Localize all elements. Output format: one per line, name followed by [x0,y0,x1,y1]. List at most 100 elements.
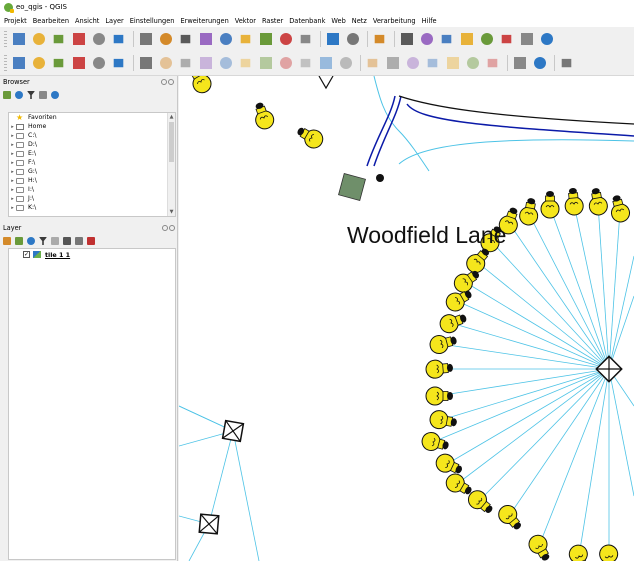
zoom-next-icon[interactable] [297,30,314,47]
menu-hilfe[interactable]: Hilfe [422,17,437,25]
expand-arrow-icon[interactable]: ▸ [9,196,16,202]
style-manager-icon[interactable] [110,30,127,47]
toolbar-grip[interactable] [4,54,7,71]
expand-arrow-icon[interactable]: ▸ [9,160,16,166]
menu-raster[interactable]: Raster [262,17,283,25]
add-layers-icon[interactable] [3,91,11,99]
filter-icon[interactable] [27,91,35,99]
map-canvas[interactable]: Woodfield Lane [179,76,634,561]
browser-item[interactable]: ▸ D:\ [9,140,175,149]
pan-icon[interactable] [137,30,154,47]
add-group-icon[interactable] [15,237,23,245]
browser-item[interactable]: ▸ K:\ [9,203,175,212]
add-raster-icon[interactable] [50,54,67,71]
filter-expression-icon[interactable] [51,237,59,245]
save-as-icon[interactable] [70,30,87,47]
sum-icon[interactable] [518,30,535,47]
visibility-icon[interactable] [27,237,35,245]
undo-icon[interactable] [317,54,334,71]
expand-arrow-icon[interactable]: ▸ [9,205,16,211]
browser-item[interactable]: ▸ H:\ [9,176,175,185]
properties-icon[interactable] [51,91,59,99]
plugin-icon[interactable] [531,54,548,71]
add-vector-icon[interactable] [30,54,47,71]
browser-item[interactable]: ▸ J:\ [9,194,175,203]
float-panel-icon[interactable] [162,225,168,231]
attribute-table-icon[interactable] [478,30,495,47]
add-mesh-icon[interactable] [70,54,87,71]
cut-icon[interactable] [257,54,274,71]
browser-item[interactable]: ▸ F:\ [9,158,175,167]
label-move-icon[interactable] [424,54,441,71]
menu-projekt[interactable]: Projekt [4,17,27,25]
field-calc-icon[interactable] [458,30,475,47]
select-icon[interactable] [418,30,435,47]
add-virtual-icon[interactable] [110,54,127,71]
python-icon[interactable] [511,54,528,71]
vertex-tool-icon[interactable] [217,54,234,71]
menu-bearbeiten[interactable]: Bearbeiten [33,17,69,25]
label-pin-icon[interactable] [384,54,401,71]
browser-item[interactable]: ▸ I:\ [9,185,175,194]
statistics-icon[interactable] [498,30,515,47]
redo-icon[interactable] [337,54,354,71]
scroll-up-icon[interactable]: ▲ [168,113,175,121]
browser-item[interactable]: ★ Favoriten [9,113,175,122]
label-show-icon[interactable] [484,54,501,71]
help-icon[interactable] [558,54,575,71]
collapse-all-icon[interactable] [75,237,83,245]
measure-icon[interactable] [538,30,555,47]
menu-ansicht[interactable]: Ansicht [75,17,99,25]
menu-einstellungen[interactable]: Einstellungen [130,17,175,25]
browser-item[interactable]: ▸ Home [9,122,175,131]
refresh-icon[interactable] [15,91,23,99]
new-bookmark-icon[interactable] [324,30,341,47]
scroll-thumb[interactable] [169,122,174,162]
new-project-icon[interactable] [10,30,27,47]
open-project-icon[interactable] [30,30,47,47]
expand-arrow-icon[interactable]: ▸ [9,124,16,130]
browser-item[interactable]: ▸ E:\ [9,149,175,158]
layer-row[interactable]: ✓ tile 1 1 [9,249,175,260]
expand-all-icon[interactable] [63,237,71,245]
menu-vektor[interactable]: Vektor [235,17,256,25]
expand-arrow-icon[interactable]: ▸ [9,142,16,148]
menu-layer[interactable]: Layer [105,17,123,25]
label-icon[interactable] [364,54,381,71]
data-source-icon[interactable] [10,54,27,71]
refresh-icon[interactable] [371,30,388,47]
delete-icon[interactable] [237,54,254,71]
close-panel-icon[interactable] [169,225,175,231]
copy-icon[interactable] [277,54,294,71]
close-panel-icon[interactable] [168,79,174,85]
toolbar-grip[interactable] [4,30,7,47]
zoom-in-icon[interactable] [177,30,194,47]
label-rotate-icon[interactable] [444,54,461,71]
style-layer-icon[interactable] [3,237,11,245]
float-panel-icon[interactable] [161,79,167,85]
zoom-selection-icon[interactable] [257,30,274,47]
pan-selection-icon[interactable] [157,30,174,47]
expand-arrow-icon[interactable]: ▸ [9,169,16,175]
layer-name[interactable]: tile 1 1 [45,251,70,259]
edit-pencil-icon[interactable] [137,54,154,71]
show-bookmarks-icon[interactable] [344,30,361,47]
expand-arrow-icon[interactable]: ▸ [9,133,16,139]
layer-visibility-checkbox[interactable]: ✓ [23,251,30,258]
menu-netz[interactable]: Netz [352,17,367,25]
zoom-layer-icon[interactable] [237,30,254,47]
menu-erweiterungen[interactable]: Erweiterungen [180,17,228,25]
save-edits-icon[interactable] [177,54,194,71]
label-change-icon[interactable] [464,54,481,71]
paste-icon[interactable] [297,54,314,71]
deselect-icon[interactable] [438,30,455,47]
browser-item[interactable]: ▸ G:\ [9,167,175,176]
add-feature-icon[interactable] [197,54,214,71]
filter-legend-icon[interactable] [39,237,47,245]
expand-arrow-icon[interactable]: ▸ [9,178,16,184]
scroll-down-icon[interactable]: ▼ [168,208,175,216]
zoom-last-icon[interactable] [277,30,294,47]
menu-datenbank[interactable]: Datenbank [289,17,325,25]
menu-web[interactable]: Web [331,17,345,25]
browser-scrollbar[interactable]: ▲ ▼ [167,113,175,216]
